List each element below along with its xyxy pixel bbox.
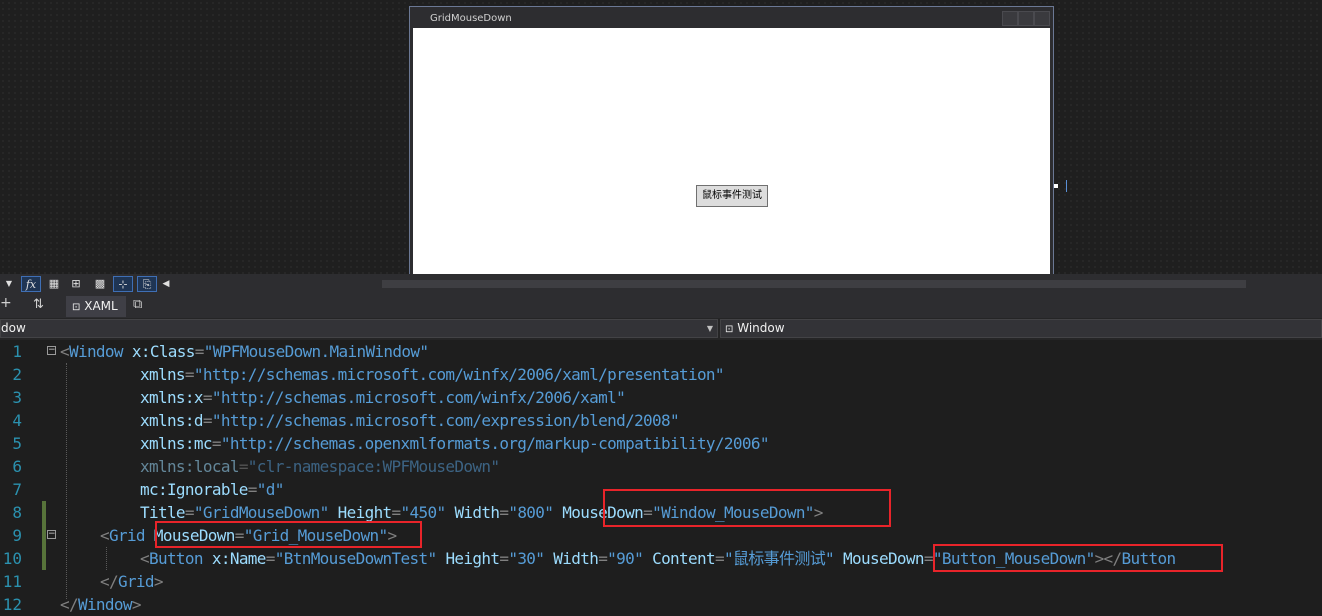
collapse-icon[interactable]: − — [47, 346, 56, 355]
line-number: 9 — [12, 526, 22, 545]
designer-window-client[interactable]: 鼠标事件测试 — [413, 28, 1050, 274]
indent-guide — [106, 547, 107, 570]
element-name-combo[interactable]: ⊡ Window — [720, 319, 1322, 338]
code-line-4: xmlns:d="http://schemas.microsoft.com/ex… — [140, 411, 680, 430]
grid-toggle-icon[interactable]: ▦ — [45, 276, 63, 292]
horizontal-scrollbar[interactable] — [382, 280, 1246, 288]
line-number: 8 — [12, 503, 22, 522]
plus-icon[interactable]: + — [0, 295, 12, 311]
highlight-button-mousedown — [933, 544, 1223, 572]
line-number: 5 — [12, 434, 22, 453]
layout-rounding-icon[interactable]: ⊞ — [67, 276, 85, 292]
window-element-icon: ⊡ — [725, 324, 734, 335]
code-line-7: mc:Ignorable="d" — [140, 480, 284, 499]
tab-xaml[interactable]: ⊡ XAML — [66, 296, 126, 317]
navigation-bar: dow ▼ ⊡ Window — [0, 318, 1322, 341]
code-line-6: xmlns:local="clr-namespace:WPFMouseDown" — [140, 457, 500, 476]
snap-to-gridlines-icon[interactable]: ⊹ — [113, 276, 133, 292]
swap-arrows-icon[interactable]: ⇅ — [33, 297, 44, 312]
line-number: 4 — [12, 411, 22, 430]
selection-adorner — [1066, 180, 1067, 192]
line-number: 2 — [12, 365, 22, 384]
line-number: 11 — [2, 572, 22, 591]
designer-toolbar: ▼ fx ▦ ⊞ ▩ ⊹ ⎘ ◀ — [0, 274, 1322, 294]
line-number: 6 — [12, 457, 22, 476]
xaml-icon: ⊡ — [72, 302, 81, 313]
element-scope-value: dow — [1, 321, 26, 335]
xaml-code-editor[interactable]: 1 2 3 4 5 6 7 8 9 10 11 12 − − <Window x… — [0, 340, 1322, 614]
element-name-value: Window — [737, 321, 785, 335]
code-line-5: xmlns:mc="http://schemas.openxmlformats.… — [140, 434, 769, 453]
popout-icon[interactable]: ⧉ — [133, 297, 142, 312]
element-scope-combo[interactable]: dow ▼ — [0, 319, 718, 338]
tab-xaml-label: XAML — [84, 299, 118, 313]
checkerboard-icon[interactable]: ▩ — [91, 276, 109, 292]
code-line-11: </Grid> — [100, 572, 164, 591]
collapse-icon[interactable]: − — [47, 530, 56, 539]
resize-handle[interactable] — [1054, 184, 1058, 188]
view-tab-row: + ⇅ ⊡ XAML ⧉ — [0, 294, 1322, 319]
xaml-designer-surface[interactable]: GridMouseDown 鼠标事件测试 — [0, 0, 1322, 274]
designer-mouse-test-button[interactable]: 鼠标事件测试 — [696, 185, 768, 207]
designer-window-frame[interactable]: GridMouseDown 鼠标事件测试 — [409, 6, 1054, 274]
code-line-3: xmlns:x="http://schemas.microsoft.com/wi… — [140, 388, 626, 407]
indent-guide — [66, 363, 67, 599]
line-number: 7 — [12, 480, 22, 499]
snap-to-snaplines-icon[interactable]: ⎘ — [137, 276, 157, 292]
chevron-down-icon: ▼ — [706, 324, 713, 333]
code-line-2: xmlns="http://schemas.microsoft.com/winf… — [140, 365, 725, 384]
line-number: 3 — [12, 388, 22, 407]
scroll-left-icon[interactable]: ◀ — [160, 276, 172, 292]
change-indicator — [42, 501, 46, 570]
code-line-1: <Window x:Class="WPFMouseDown.MainWindow… — [60, 342, 429, 361]
highlight-window-mousedown — [603, 489, 891, 527]
highlight-grid-mousedown — [155, 521, 422, 548]
designer-window-title: GridMouseDown — [430, 13, 512, 24]
close-icon — [1034, 11, 1050, 26]
zoom-dropdown-arrow-icon[interactable]: ▼ — [2, 276, 16, 292]
line-number: 10 — [2, 549, 22, 568]
line-number: 1 — [12, 342, 22, 361]
fx-effects-button[interactable]: fx — [21, 276, 41, 292]
minimize-icon — [1002, 11, 1018, 26]
maximize-icon — [1018, 11, 1034, 26]
